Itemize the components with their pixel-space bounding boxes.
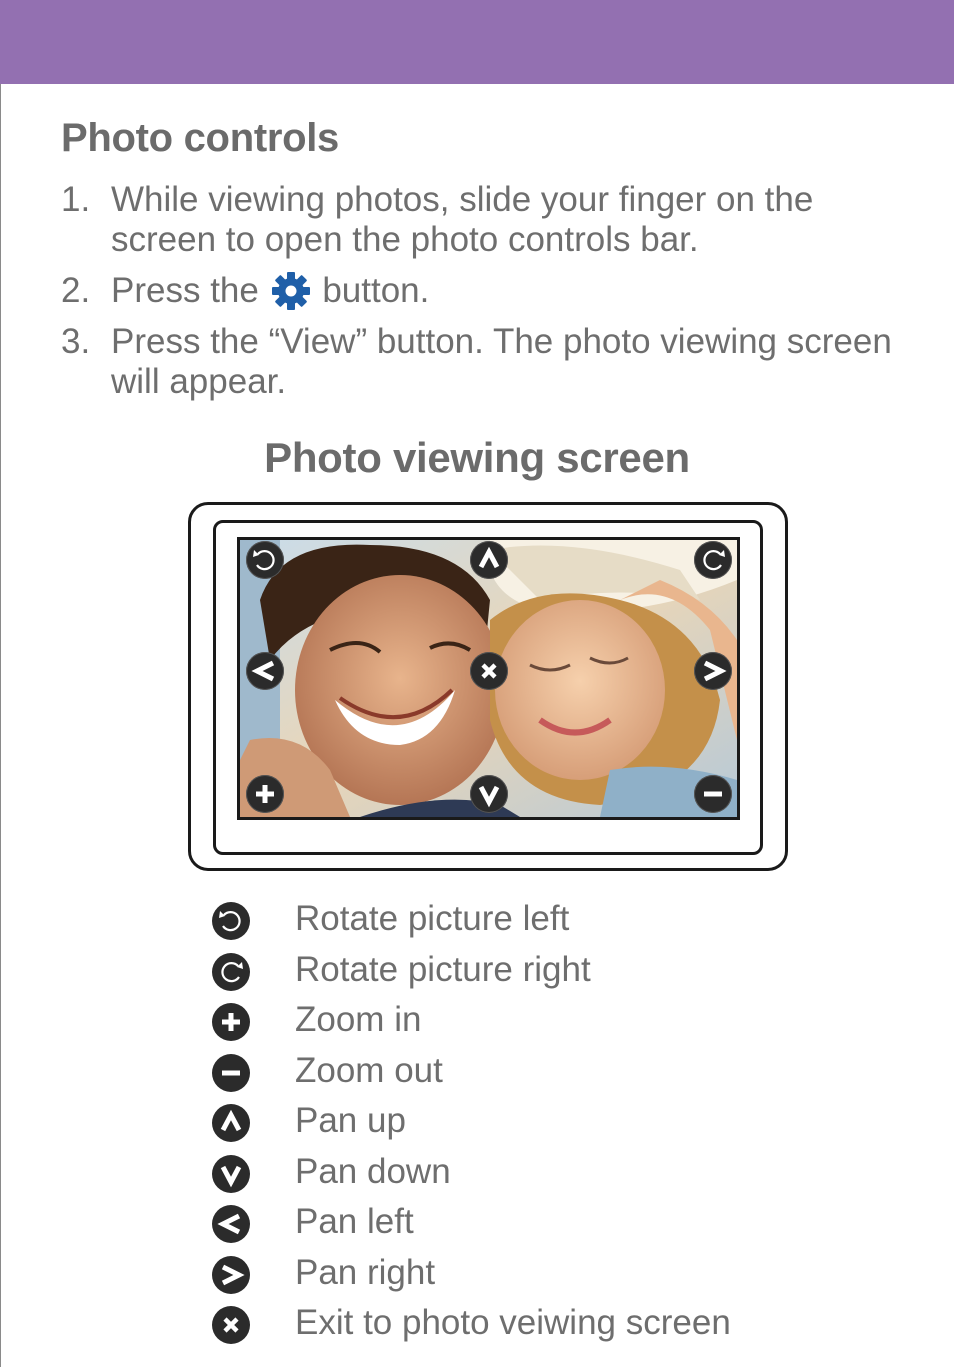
pan-left-button[interactable]: [246, 652, 284, 690]
section-title: Photo controls: [61, 116, 340, 160]
step-text: While viewing photos, slide your finger …: [111, 180, 814, 259]
chevron-left-icon: [251, 660, 275, 682]
minus-icon: [212, 1053, 250, 1092]
chevron-left-icon: [212, 1205, 250, 1243]
chevron-down-icon: [212, 1154, 250, 1193]
legend-item: Pan right: [212, 1251, 912, 1302]
legend-label: Rotate picture left: [295, 899, 570, 938]
page-left-border: [0, 0, 1, 1367]
chevron-up-icon: [478, 546, 500, 569]
legend-label: Rotate picture right: [295, 949, 591, 989]
legend-label: Pan down: [295, 1151, 451, 1191]
legend-item: Exit to photo veiwing screen: [212, 1301, 912, 1352]
step-number: 3.: [61, 322, 91, 361]
zoom-out-button[interactable]: [694, 775, 732, 813]
step-item: 3. Press the “View” button. The photo vi…: [61, 322, 921, 402]
zoom-in-button[interactable]: [246, 775, 284, 813]
rotate-left-icon: [253, 550, 275, 571]
chevron-down-icon: [478, 785, 500, 808]
close-icon: [212, 1306, 250, 1344]
gear-icon: [269, 269, 313, 310]
step-text-after: button.: [322, 271, 430, 310]
legend-item: Zoom in: [212, 998, 912, 1049]
step-number: 1.: [61, 180, 91, 219]
rotate-left-icon: [212, 902, 250, 940]
steps-list: 1. While viewing photos, slide your fing…: [61, 180, 921, 402]
legend-label: Pan up: [295, 1101, 406, 1140]
legend-label: Zoom in: [295, 1000, 422, 1039]
close-icon: [481, 663, 497, 679]
legend-label: Zoom out: [295, 1050, 443, 1090]
legend-item: Zoom out: [212, 1049, 912, 1100]
rotate-right-button[interactable]: [694, 541, 732, 579]
chevron-right-icon: [703, 660, 727, 682]
step-item: 1. While viewing photos, slide your fing…: [61, 180, 921, 260]
rotate-left-button[interactable]: [246, 541, 284, 579]
step-text: Press the “View” button. The photo viewi…: [111, 322, 892, 401]
minus-icon: [704, 791, 722, 797]
header-band: [0, 0, 954, 84]
rotate-right-icon: [212, 952, 250, 991]
pan-down-button[interactable]: [470, 775, 508, 813]
step-text-before: Press the: [111, 271, 259, 310]
plus-icon: [212, 1003, 250, 1041]
controls-legend: Rotate picture left Rotate picture right…: [212, 897, 912, 1352]
screen-title: Photo viewing screen: [264, 434, 690, 481]
chevron-up-icon: [212, 1104, 250, 1142]
legend-item: Pan down: [212, 1150, 912, 1201]
plus-icon: [256, 785, 274, 803]
legend-item: Rotate picture left: [212, 897, 912, 948]
pan-right-button[interactable]: [694, 652, 732, 690]
legend-label: Exit to photo veiwing screen: [295, 1303, 731, 1342]
step-number: 2.: [61, 271, 91, 310]
legend-item: Pan left: [212, 1200, 912, 1251]
legend-item: Rotate picture right: [212, 948, 912, 999]
chevron-right-icon: [212, 1255, 250, 1294]
step-item: 2. Press the button.: [61, 271, 921, 311]
exit-button[interactable]: [470, 652, 508, 690]
legend-label: Pan right: [295, 1252, 436, 1292]
pan-up-button[interactable]: [470, 541, 508, 579]
rotate-right-icon: [703, 550, 725, 571]
legend-label: Pan left: [295, 1202, 414, 1241]
legend-item: Pan up: [212, 1099, 912, 1150]
